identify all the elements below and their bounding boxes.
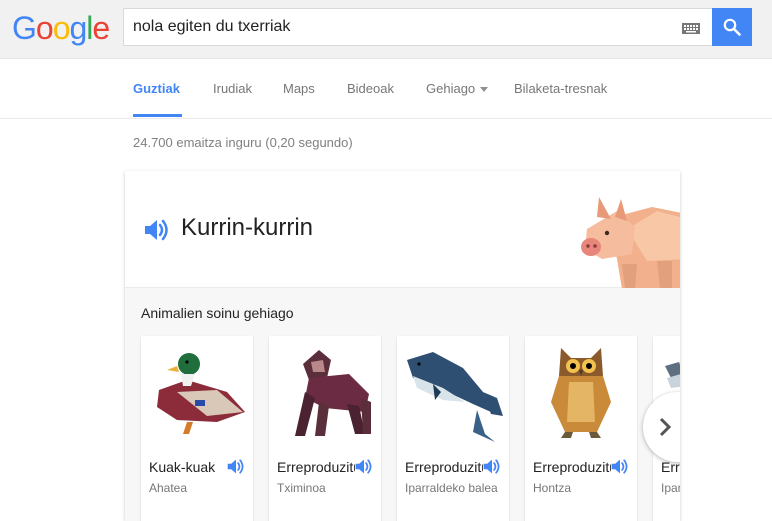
result-stats: 24.700 emaitza inguru (0,20 segundo) <box>133 135 353 150</box>
animal-name: Hontza <box>533 481 572 495</box>
speaker-icon[interactable] <box>355 458 373 475</box>
tab-search-tools[interactable]: Bilaketa-tresnak <box>514 81 607 96</box>
whale-illustration <box>407 352 503 442</box>
tab-maps[interactable]: Maps <box>283 81 315 96</box>
animal-sound-label: Erreproduzitu <box>277 459 355 475</box>
animal-card-owl[interactable]: Erreproduzitu Hontza <box>525 336 637 521</box>
tab-more-label: Gehiago <box>426 81 476 96</box>
animal-card-duck[interactable]: Kuak-kuak Ahatea <box>141 336 253 521</box>
animal-sound-label: Erreproduzitu <box>533 459 611 475</box>
more-sounds-section: Animalien soinu gehiago Kuak-kuak Ahatea <box>125 288 680 521</box>
search-icon <box>723 18 741 36</box>
logo-letter: g <box>69 10 87 46</box>
logo-letter: o <box>52 10 71 46</box>
speaker-icon[interactable] <box>144 218 170 242</box>
animal-sound-card: Kurrin-kurrin Animalien soinu gehiago Ku… <box>125 171 680 521</box>
speaker-icon[interactable] <box>483 458 501 475</box>
duck-illustration <box>157 353 245 434</box>
search-input[interactable] <box>133 18 653 36</box>
animal-sound-text: Kurrin-kurrin <box>181 214 314 241</box>
header: Google <box>0 0 772 59</box>
active-tab-indicator <box>133 114 182 117</box>
tab-images[interactable]: Irudiak <box>213 81 252 96</box>
search-button[interactable] <box>712 8 752 46</box>
gorilla-illustration <box>295 350 371 436</box>
owl-illustration <box>551 348 611 438</box>
logo-letter: G <box>12 10 37 46</box>
tab-videos[interactable]: Bideoak <box>347 81 394 96</box>
animal-name: Iparraldeko balea <box>405 481 498 495</box>
animal-name: Ahatea <box>149 481 188 495</box>
card-header: Kurrin-kurrin <box>125 171 680 289</box>
speaker-icon[interactable] <box>611 458 629 475</box>
animal-sound-label: Kuak-kuak <box>149 459 216 475</box>
dropdown-caret-icon <box>480 87 489 93</box>
carousel-next-button[interactable] <box>643 392 680 462</box>
animal-sound-label: Erreproduzitu <box>405 459 483 475</box>
animal-card-whale[interactable]: Erreproduzitu Iparraldeko balea <box>397 336 509 521</box>
speaker-icon[interactable] <box>227 458 245 475</box>
animal-card-gorilla[interactable]: Erreproduzitu Tximinoa <box>269 336 381 521</box>
logo-letter: e <box>92 10 110 46</box>
chevron-right-icon <box>659 417 672 437</box>
logo-letter: o <box>35 10 54 46</box>
google-logo[interactable]: Google <box>12 10 110 47</box>
more-sounds-title: Animalien soinu gehiago <box>141 305 294 321</box>
pig-illustration <box>581 197 680 289</box>
animal-name: Iparraldeko <box>661 481 680 495</box>
keyboard-icon[interactable] <box>682 23 700 34</box>
tab-more[interactable]: Gehiago <box>426 81 489 96</box>
animal-name: Tximinoa <box>277 481 326 495</box>
tab-all[interactable]: Guztiak <box>133 81 180 96</box>
search-tabs: Guztiak Irudiak Maps Bideoak Gehiago Bil… <box>0 59 772 119</box>
search-box <box>123 8 712 46</box>
